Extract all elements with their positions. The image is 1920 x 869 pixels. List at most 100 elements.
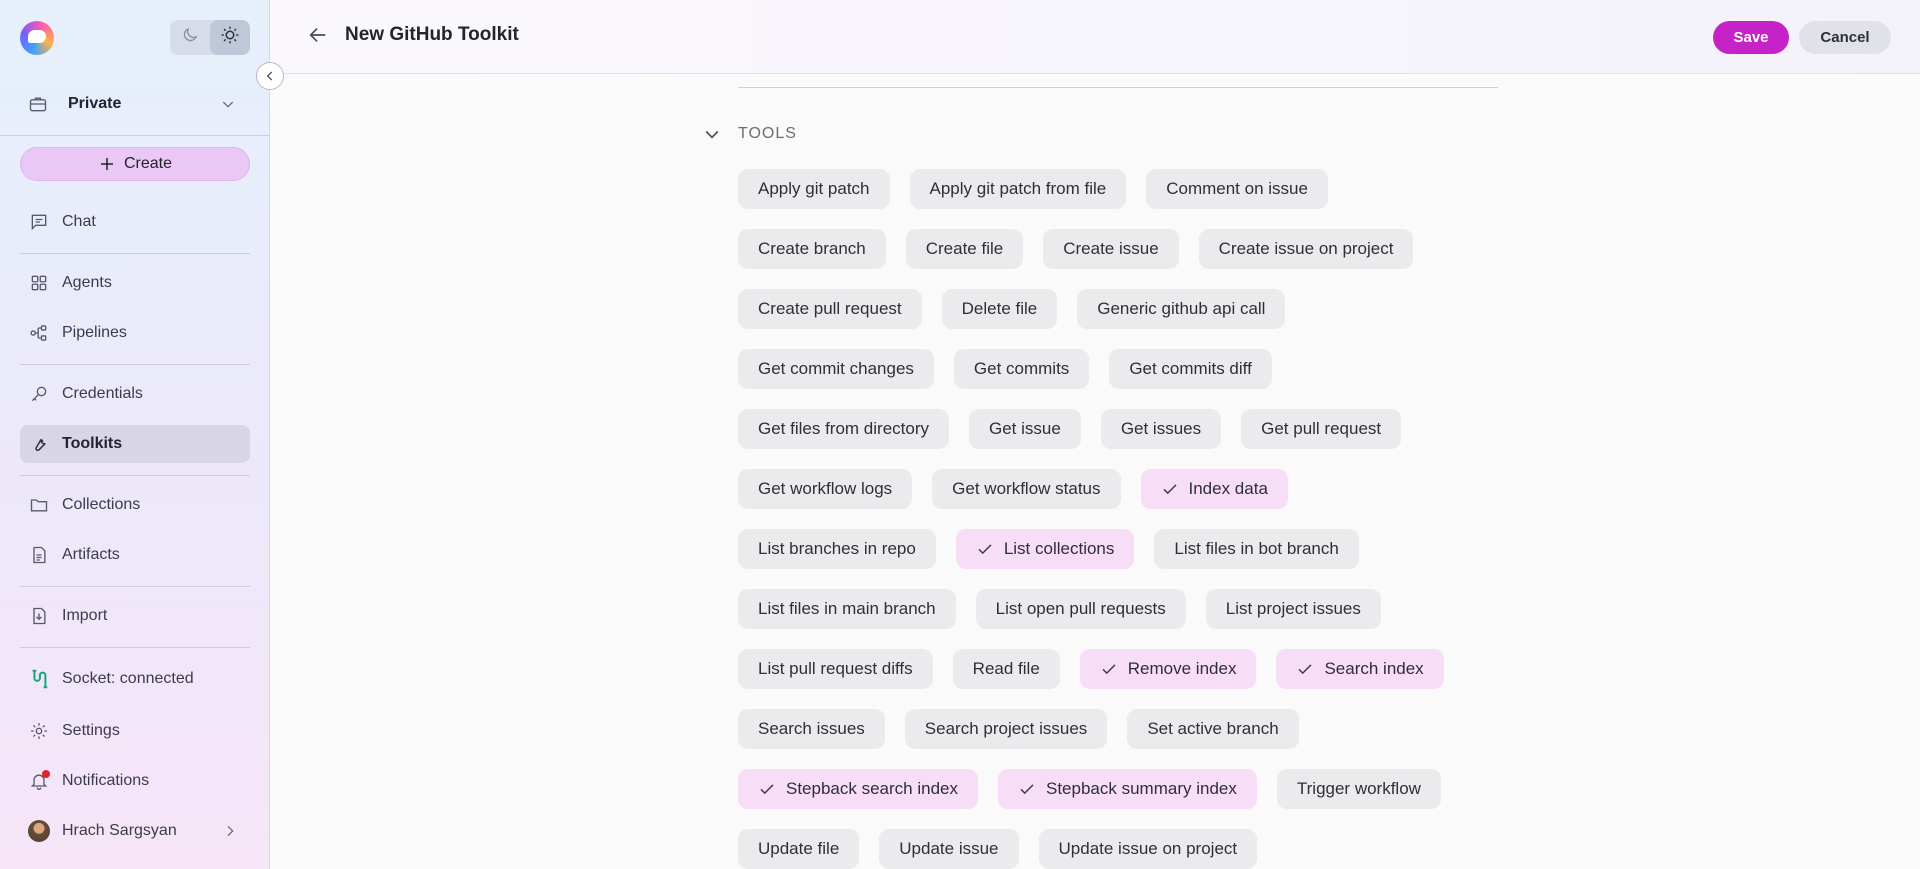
tool-chip[interactable]: Set active branch: [1127, 709, 1299, 749]
sidebar-item-credentials[interactable]: Credentials: [20, 375, 250, 413]
workspace-selector[interactable]: Private: [20, 86, 250, 122]
tool-chip[interactable]: Get workflow status: [932, 469, 1121, 509]
tool-chip[interactable]: Get files from directory: [738, 409, 949, 449]
tool-chip[interactable]: Generic github api call: [1077, 289, 1286, 329]
tool-chip-label: List collections: [1003, 539, 1115, 558]
tool-chip[interactable]: Apply git patch: [738, 169, 890, 209]
tool-chip-label: Get commits diff: [1129, 359, 1252, 378]
tool-chip-label: Search issues: [758, 719, 865, 738]
tool-chip-label: Get files from directory: [758, 419, 929, 438]
plus-icon: [98, 155, 116, 173]
tool-chip[interactable]: Apply git patch from file: [909, 169, 1127, 209]
save-button[interactable]: Save: [1713, 21, 1789, 54]
socket-connected-icon: [28, 668, 50, 690]
tool-chip[interactable]: Update file: [738, 829, 860, 869]
sidebar-item-label: Import: [62, 607, 108, 624]
sidebar-item-chat[interactable]: Chat: [20, 203, 250, 241]
tool-chip[interactable]: List files in main branch: [738, 589, 956, 629]
light-mode-option[interactable]: [210, 20, 250, 55]
user-profile[interactable]: Hrach Sargsyan: [20, 812, 250, 850]
tool-chip-label: Create issue: [1063, 239, 1159, 258]
tool-chip[interactable]: Stepback search index: [738, 769, 978, 809]
tool-chip[interactable]: Search project issues: [904, 709, 1108, 749]
tool-chip[interactable]: List pull request diffs: [738, 649, 933, 689]
tool-chip[interactable]: Comment on issue: [1146, 169, 1328, 209]
moon-icon: [181, 26, 199, 49]
collapse-sidebar-button[interactable]: [256, 62, 284, 90]
tool-chip[interactable]: Get issue: [969, 409, 1081, 449]
create-label: Create: [123, 155, 173, 172]
tool-chip[interactable]: Read file: [952, 649, 1060, 689]
cancel-button[interactable]: Cancel: [1799, 21, 1891, 54]
checkmark-icon: [758, 780, 776, 798]
sidebar-item-artifacts[interactable]: Artifacts: [20, 536, 250, 574]
dark-mode-option[interactable]: [170, 20, 210, 55]
sidebar-item-collections[interactable]: Collections: [20, 486, 250, 524]
divider: [0, 135, 270, 136]
tool-chip-label: Update file: [758, 839, 840, 858]
chevron-down-icon: [700, 122, 724, 146]
back-arrow-icon[interactable]: [307, 24, 329, 46]
tool-chip-label: Create file: [925, 239, 1004, 258]
tool-chip[interactable]: Create pull request: [738, 289, 922, 329]
tool-row: List files in main branch List open pull …: [738, 589, 1528, 629]
tool-chip-label: Generic github api call: [1097, 299, 1266, 318]
socket-status-label: Socket: connected: [62, 670, 194, 687]
import-icon: [28, 605, 50, 627]
sidebar-item-label: Credentials: [62, 385, 143, 402]
tool-chip[interactable]: Update issue on project: [1038, 829, 1258, 869]
tool-chip-label: Comment on issue: [1166, 179, 1308, 198]
tool-chip[interactable]: Get issues: [1100, 409, 1222, 449]
tool-chip[interactable]: Search issues: [738, 709, 885, 749]
sidebar-item-import[interactable]: Import: [20, 597, 250, 635]
page-title: New GitHub Toolkit: [345, 24, 519, 45]
tool-chip[interactable]: Create issue on project: [1198, 229, 1414, 269]
tool-chip-label: Trigger workflow: [1296, 779, 1421, 798]
chevron-right-icon: [222, 823, 238, 844]
tool-chip[interactable]: Get commits diff: [1109, 349, 1272, 389]
sidebar-item-notifications[interactable]: Notifications: [20, 762, 250, 800]
sidebar: Private Create Chat Agents Pipelines Cre…: [0, 0, 270, 869]
gear-icon: [28, 720, 50, 742]
app-logo[interactable]: [20, 21, 54, 55]
sidebar-item-toolkits[interactable]: Toolkits: [20, 425, 250, 463]
tool-chip-label: Remove index: [1127, 659, 1237, 678]
tools-section-header[interactable]: TOOLS: [700, 122, 797, 146]
tool-chip-label: List pull request diffs: [758, 659, 913, 678]
tool-chip[interactable]: List collections: [955, 529, 1135, 569]
socket-status: Socket: connected: [20, 660, 250, 698]
tool-chip[interactable]: Search index: [1276, 649, 1444, 689]
sidebar-item-settings[interactable]: Settings: [20, 712, 250, 750]
tool-chip[interactable]: Get workflow logs: [738, 469, 913, 509]
checkmark-icon: [976, 540, 994, 558]
tool-chip[interactable]: Stepback summary index: [998, 769, 1257, 809]
tool-chip-label: Index data: [1188, 479, 1268, 498]
tool-chip-label: Get issue: [989, 419, 1061, 438]
create-button[interactable]: Create: [20, 147, 250, 181]
sidebar-item-agents[interactable]: Agents: [20, 264, 250, 302]
tool-chip[interactable]: Delete file: [941, 289, 1058, 329]
tool-chip[interactable]: List files in bot branch: [1154, 529, 1359, 569]
tool-chip[interactable]: Get pull request: [1241, 409, 1402, 449]
sidebar-item-pipelines[interactable]: Pipelines: [20, 314, 250, 352]
tool-chip[interactable]: Get commits: [953, 349, 1090, 389]
tool-chip[interactable]: Get commit changes: [738, 349, 934, 389]
tool-chip[interactable]: List open pull requests: [975, 589, 1186, 629]
user-name: Hrach Sargsyan: [62, 822, 177, 839]
tool-chip-label: Read file: [972, 659, 1040, 678]
tool-chip[interactable]: Create branch: [738, 229, 886, 269]
tool-chip[interactable]: Create issue: [1043, 229, 1179, 269]
checkmark-icon: [1296, 660, 1314, 678]
tool-chip[interactable]: Remove index: [1079, 649, 1257, 689]
tool-chip-label: Stepback search index: [786, 779, 958, 798]
tool-chip[interactable]: List project issues: [1205, 589, 1381, 629]
tool-chip[interactable]: Trigger workflow: [1276, 769, 1441, 809]
tool-chip[interactable]: Create file: [905, 229, 1024, 269]
tool-chip[interactable]: Update issue: [879, 829, 1019, 869]
tool-chip[interactable]: Index data: [1140, 469, 1288, 509]
sidebar-item-label: Agents: [62, 274, 112, 291]
tool-chip-label: Get workflow status: [952, 479, 1101, 498]
divider: [20, 647, 250, 648]
tool-chip[interactable]: List branches in repo: [738, 529, 936, 569]
bell-icon: [28, 770, 50, 792]
